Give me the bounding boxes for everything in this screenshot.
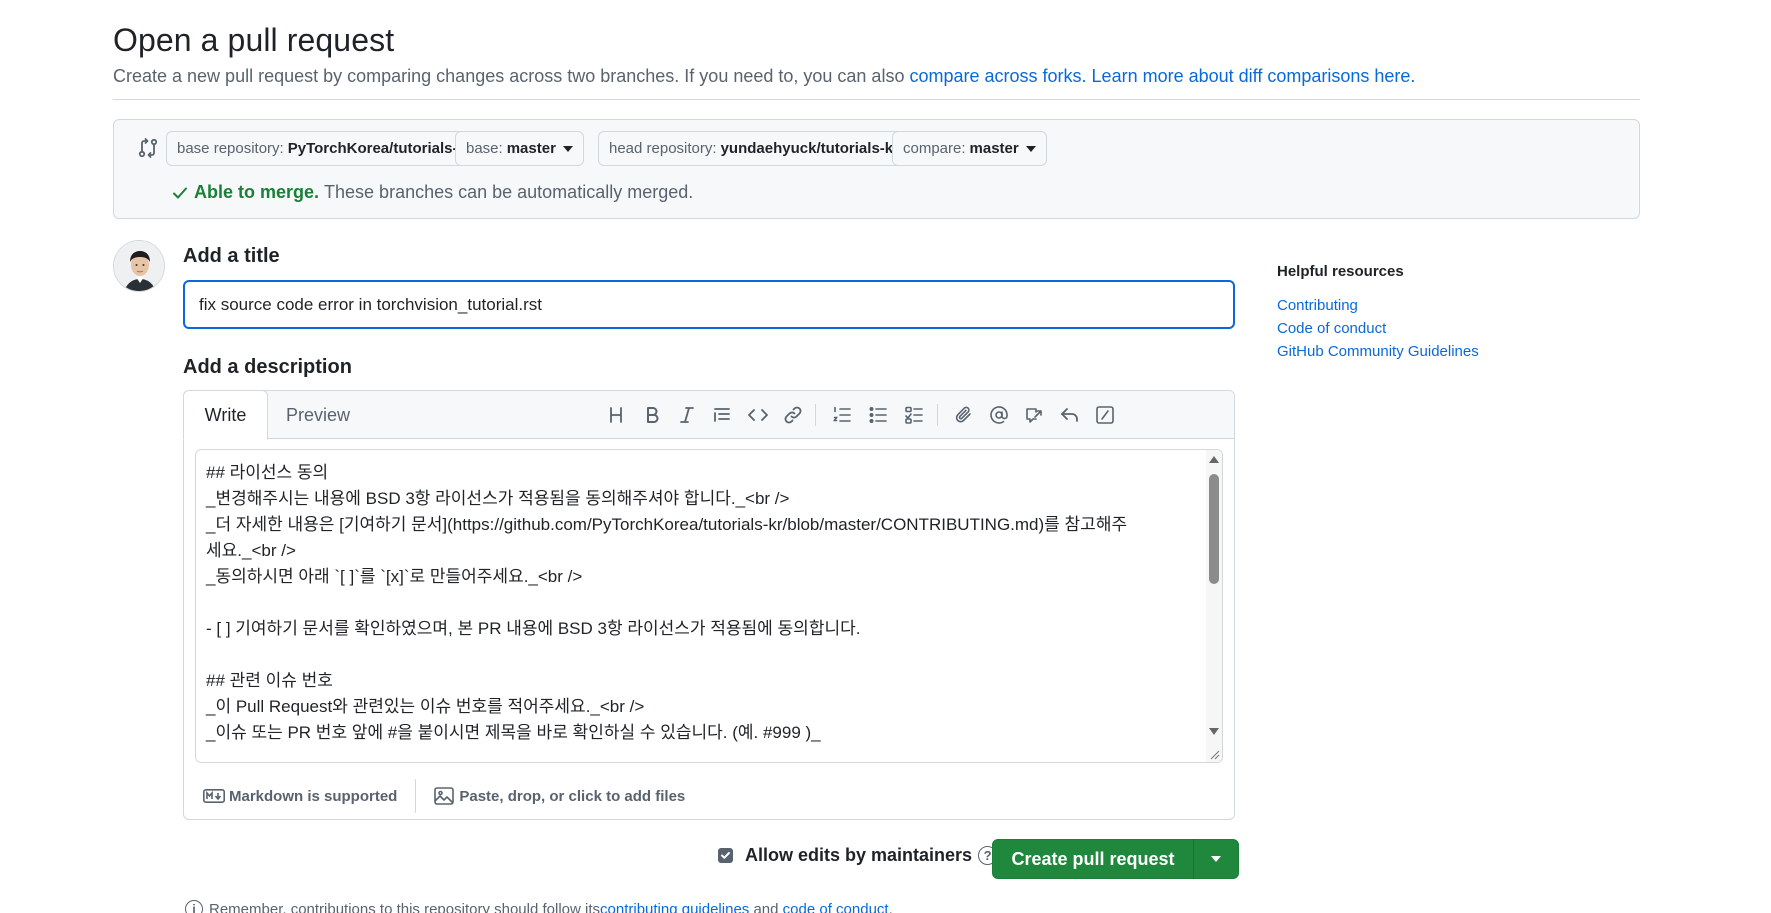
base-branch-value: master bbox=[506, 140, 556, 157]
period-text: . bbox=[888, 900, 893, 913]
compare-branch-label: compare: bbox=[903, 140, 966, 157]
chevron-down-icon bbox=[1211, 856, 1221, 862]
description-textarea[interactable]: ## 라이선스 동의 _변경해주시는 내용에 BSD 3항 라이선스가 적용됨을 … bbox=[195, 449, 1223, 763]
scroll-thumb[interactable] bbox=[1209, 474, 1219, 584]
check-icon bbox=[173, 187, 187, 198]
link-icon[interactable] bbox=[781, 403, 805, 427]
and-text: and bbox=[749, 900, 783, 913]
scroll-up-icon[interactable] bbox=[1209, 456, 1219, 463]
description-label: Add a description bbox=[183, 356, 352, 378]
sidebar-link-contributing[interactable]: Contributing bbox=[1277, 294, 1479, 317]
footer-divider bbox=[415, 779, 417, 813]
compare-branch-select[interactable]: compare: master bbox=[892, 131, 1047, 166]
resize-grip-icon[interactable] bbox=[1208, 748, 1220, 760]
paperclip-icon[interactable] bbox=[952, 403, 976, 427]
base-repository-select[interactable]: base repository: PyTorchKorea/tutorials-k… bbox=[166, 131, 500, 166]
subtitle-text: Create a new pull request by comparing c… bbox=[113, 66, 910, 86]
helpful-resources-heading: Helpful resources bbox=[1277, 263, 1404, 280]
heading-icon[interactable] bbox=[604, 403, 628, 427]
attach-files-label: Paste, drop, or click to add files bbox=[459, 787, 686, 805]
contributing-guidelines-link[interactable]: contributing guidelines bbox=[600, 901, 749, 913]
user-avatar-image bbox=[114, 241, 164, 291]
unordered-list-icon[interactable] bbox=[866, 403, 890, 427]
head-repository-label: head repository: bbox=[609, 140, 717, 157]
toolbar-divider bbox=[815, 404, 816, 426]
slash-commands-icon[interactable] bbox=[1093, 403, 1117, 427]
head-repository-value: yundaehyuck/tutorials-kr bbox=[720, 140, 899, 157]
cross-reference-icon[interactable] bbox=[1022, 403, 1046, 427]
description-line bbox=[206, 642, 1196, 668]
toolbar-divider bbox=[937, 404, 938, 426]
merge-status: Able to merge. These branches can be aut… bbox=[171, 182, 693, 203]
title-label: Add a title bbox=[183, 245, 280, 267]
git-compare-icon bbox=[138, 138, 158, 158]
description-line: ## 라이선스 동의 bbox=[206, 463, 329, 482]
create-options-dropdown[interactable] bbox=[1194, 856, 1238, 862]
editor-toolbar: Write Preview bbox=[183, 390, 1234, 440]
title-input[interactable] bbox=[183, 280, 1235, 329]
description-line: - [ ] 기여하기 문서를 확인하였으며, 본 PR 내용에 BSD 3항 라… bbox=[206, 619, 861, 638]
head-repository-select[interactable]: head repository: yundaehyuck/tutorials-kr bbox=[598, 131, 927, 166]
quote-icon[interactable] bbox=[710, 403, 734, 427]
checkmark-icon bbox=[721, 852, 730, 859]
sidebar-link-community-guidelines[interactable]: GitHub Community Guidelines bbox=[1277, 340, 1479, 363]
create-pull-request-label: Create pull request bbox=[1011, 848, 1175, 869]
create-pull-request-button[interactable]: Create pull request bbox=[992, 839, 1239, 879]
page-subtitle: Create a new pull request by comparing c… bbox=[113, 66, 1415, 87]
chevron-down-icon bbox=[1025, 146, 1036, 152]
description-line: _이 Pull Request와 관련있는 이슈 번호를 적어주세요._<br … bbox=[206, 697, 645, 716]
italic-icon[interactable] bbox=[675, 403, 699, 427]
allow-edits-label: Allow edits by maintainers bbox=[745, 845, 973, 865]
description-content: ## 라이선스 동의 _변경해주시는 내용에 BSD 3항 라이선스가 적용됨을 … bbox=[206, 460, 1196, 746]
base-repository-value: PyTorchKorea/tutorials-kr bbox=[287, 140, 472, 157]
sidebar-link-code-of-conduct[interactable]: Code of conduct bbox=[1277, 317, 1479, 340]
base-branch-label: base: bbox=[466, 140, 503, 157]
compare-branch-value: master bbox=[969, 140, 1019, 157]
allow-edits-checkbox[interactable] bbox=[718, 848, 733, 863]
description-line: _이슈 또는 PR 번호 앞에 #을 붙이시면 제목을 바로 확인하실 수 있습… bbox=[206, 723, 821, 742]
ordered-list-icon[interactable] bbox=[830, 403, 854, 427]
merge-ok-text: Able to merge. bbox=[194, 182, 320, 202]
markdown-icon bbox=[203, 789, 225, 803]
base-branch-select[interactable]: base: master bbox=[455, 131, 584, 166]
base-repository-label: base repository: bbox=[177, 140, 284, 157]
allow-edits-option[interactable]: Allow edits by maintainers ? bbox=[718, 845, 998, 866]
page-title: Open a pull request bbox=[113, 22, 395, 58]
description-line bbox=[206, 590, 1196, 616]
attach-files-button[interactable]: Paste, drop, or click to add files bbox=[434, 787, 685, 805]
markdown-supported-label: Markdown is supported bbox=[229, 787, 398, 805]
range-editor: base repository: PyTorchKorea/tutorials-k… bbox=[113, 119, 1640, 219]
tab-write[interactable]: Write bbox=[183, 390, 268, 440]
description-line: _동의하시면 아래 `[ ]`를 `[x]`로 만들어주세요._<br /> bbox=[206, 567, 583, 586]
task-list-icon[interactable] bbox=[902, 403, 926, 427]
description-line: _더 자세한 내용은 [기여하기 문서](https://github.com/… bbox=[206, 515, 1128, 534]
learn-more-link[interactable]: Learn more about diff comparisons here. bbox=[1092, 66, 1416, 86]
tab-preview[interactable]: Preview bbox=[270, 391, 366, 440]
chevron-down-icon bbox=[562, 146, 573, 152]
header-divider bbox=[113, 99, 1640, 100]
scroll-down-icon[interactable] bbox=[1209, 728, 1219, 735]
description-editor: Write Preview ## 라이선스 동의 _변경해주시는 내용에 BSD… bbox=[183, 390, 1235, 820]
reply-icon[interactable] bbox=[1058, 403, 1082, 427]
description-line: 세요._<br /> bbox=[206, 541, 296, 560]
markdown-supported-link[interactable]: Markdown is supported bbox=[203, 788, 397, 805]
code-of-conduct-link[interactable]: code of conduct bbox=[783, 901, 889, 913]
avatar[interactable] bbox=[113, 240, 165, 292]
bold-icon[interactable] bbox=[640, 403, 664, 427]
textarea-scrollbar[interactable] bbox=[1206, 450, 1222, 762]
info-icon: i bbox=[185, 900, 203, 913]
helpful-resources: Helpful resources Contributing Code of c… bbox=[1277, 263, 1479, 363]
description-line: _변경해주시는 내용에 BSD 3항 라이선스가 적용됨을 동의해주셔야 합니다… bbox=[206, 489, 790, 508]
description-line: ## 관련 이슈 번호 bbox=[206, 671, 333, 690]
remember-text: Remember, contributions to this reposito… bbox=[209, 900, 601, 913]
contribution-reminder: i Remember, contributions to this reposi… bbox=[185, 900, 893, 913]
compare-forks-link[interactable]: compare across forks. bbox=[909, 66, 1086, 86]
code-icon[interactable] bbox=[746, 403, 770, 427]
merge-status-text: These branches can be automatically merg… bbox=[324, 182, 694, 202]
editor-footer: Markdown is supported Paste, drop, or cl… bbox=[184, 773, 1234, 819]
image-icon bbox=[434, 787, 455, 805]
mention-icon[interactable] bbox=[987, 403, 1011, 427]
